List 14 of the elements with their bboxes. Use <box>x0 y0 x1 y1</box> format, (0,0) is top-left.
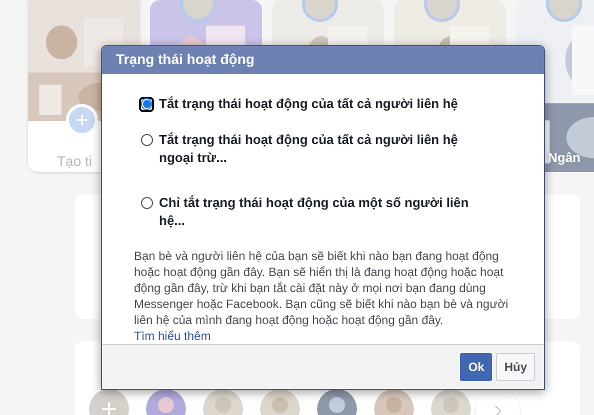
option-label: Tắt trạng thái hoạt động của tất cả người liên hệ ngoại trừ... <box>159 130 459 167</box>
learn-more-link[interactable]: Tìm hiểu thêm <box>134 328 211 343</box>
option-label: Chỉ tắt trạng thái hoạt động của một số người liên hệ... <box>159 194 470 230</box>
cancel-button[interactable]: Hủy <box>496 352 535 381</box>
radio-button[interactable] <box>139 196 154 211</box>
radio-button[interactable] <box>139 96 154 112</box>
option-label: Tắt trạng thái hoạt động của tất cả người liên hệ <box>159 94 459 113</box>
story-label: Tạo ti <box>57 152 94 171</box>
description-text: Bạn bè và người liên hệ của bạn sẽ biết khi nào bạn đang hoạt động hoặc hoạt động gần đây. Bạn sẽ hiển thị là đang hoạt động hoặc hoạt động gần đây, trừ khi bạn tắt cài đặt này ở mọi nơi bạn đang dùng Messenger hoặc Facebook. Bạn cũng sẽ biết khi nào bạn bè và người liên hệ của mình đang hoạt động hoặc hoạt động gần đây. Tìm hiểu thêm <box>134 248 510 344</box>
ok-button[interactable]: Ok <box>460 352 492 381</box>
radio-option[interactable]: Tắt trạng thái hoạt động của tất cả người liên hệ <box>139 94 544 113</box>
radio-button[interactable] <box>139 132 154 148</box>
radio-option[interactable]: Chỉ tắt trạng thái hoạt động của một số người liên hệ... <box>139 194 544 230</box>
radio-option[interactable]: Tắt trạng thái hoạt động của tất cả người liên hệ ngoại trừ... <box>139 130 544 167</box>
